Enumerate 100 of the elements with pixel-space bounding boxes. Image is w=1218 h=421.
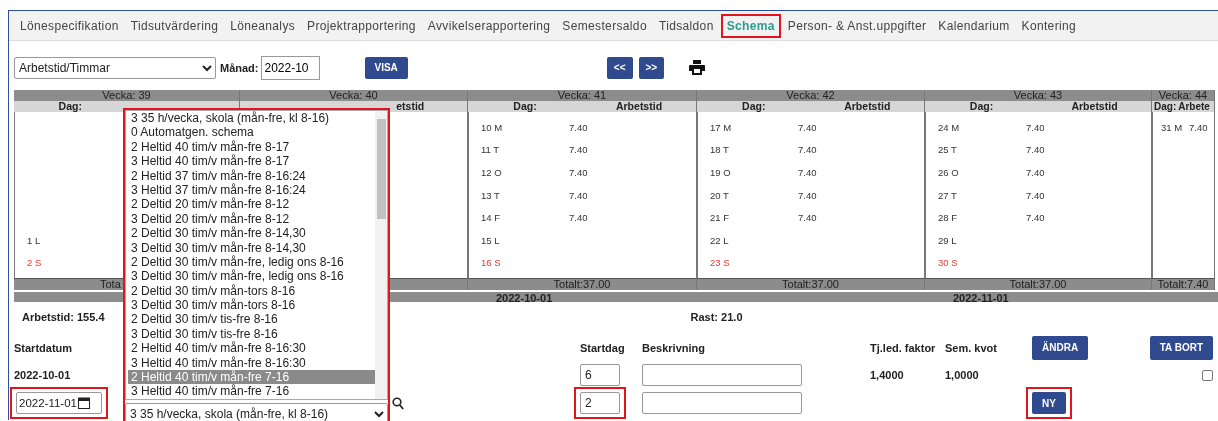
break-time-total: Rast: 21.0	[690, 311, 743, 325]
work-time-total: Arbetstid: 155.4	[22, 311, 105, 325]
show-button[interactable]: VISA	[364, 56, 408, 79]
dropdown-option[interactable]: 3 Heltid 40 tim/v mån-fre 7-16	[128, 384, 375, 399]
hours-value: 7.40	[798, 189, 817, 201]
column-header: Arbetstid	[615, 100, 663, 112]
column-header: Arbetstid	[1071, 100, 1118, 112]
day-label: 16 S	[481, 257, 501, 269]
nav-tab[interactable]: Avvikelserapportering	[422, 13, 556, 38]
column-header: Dag:	[1154, 101, 1177, 112]
column-header: Sem. kvot	[945, 341, 998, 354]
month-label: Månad:	[220, 61, 259, 74]
week-total: Totalt:37.00	[925, 278, 1151, 290]
dropdown-option[interactable]: 3 Deltid 20 tim/v mån-fre 8-12	[128, 211, 375, 227]
column-header: Dag:	[58, 100, 82, 112]
day-label: 28 F	[938, 212, 957, 224]
month-start-date: 2022-11-01	[953, 292, 1009, 304]
dropdown-option[interactable]: 3 Heltid 37 tim/v mån-fre 8-16:24	[128, 182, 375, 198]
delete-button[interactable]: TA BORT	[1149, 335, 1213, 360]
start-day-field[interactable]: 6	[580, 364, 620, 386]
day-label: 30 S	[938, 257, 958, 269]
week-total: Totalt:7.40	[1152, 278, 1214, 290]
view-select[interactable]: Arbetstid/Timmar	[14, 56, 216, 79]
week-total: Totalt:37.00	[697, 278, 924, 290]
week-title: Vecka: 39	[14, 90, 239, 101]
nav-tab[interactable]: Person- & Anst.uppgifter	[782, 13, 932, 38]
row-checkbox[interactable]	[1202, 369, 1213, 381]
dropdown-option[interactable]: 2 Heltid 37 tim/v mån-fre 8-16:24	[128, 168, 375, 183]
nav-tab[interactable]: Semestersaldo	[557, 13, 652, 38]
previous-button[interactable]: <<	[606, 56, 633, 79]
hours-value: 7.40	[1026, 121, 1045, 133]
dropdown-option[interactable]: 2 Deltid 30 tim/v tis-fre 8-16	[128, 312, 375, 327]
day-label: 29 L	[938, 234, 957, 246]
day-label: 17 M	[710, 121, 732, 133]
nav-tab[interactable]: Tidsutvärdering	[125, 13, 224, 38]
dropdown-option[interactable]: 3 Deltid 30 tim/v tis-fre 8-16	[128, 326, 375, 342]
nav-tab[interactable]: Tidsaldon	[653, 13, 719, 38]
day-label: 22 L	[710, 234, 729, 246]
next-button[interactable]: >>	[638, 56, 665, 79]
date-field[interactable]: 2022-11-01	[16, 392, 102, 414]
start-date: 2022-10-01	[14, 369, 72, 381]
dropdown-option[interactable]: 3 Heltid 40 tim/v mån-fre 8-16:30	[128, 355, 375, 371]
day-label: 10 M	[481, 121, 503, 133]
hours-value: 7.40	[1189, 121, 1208, 133]
column-header: Tj.led. faktor	[870, 341, 937, 354]
hours-value: 7.40	[798, 144, 817, 156]
week-title: Vecka: 44	[1152, 90, 1214, 101]
day-label: 23 S	[710, 257, 730, 269]
hours-value: 7.40	[569, 144, 588, 156]
hours-value: 7.40	[798, 167, 817, 178]
day-label: 20 T	[710, 189, 729, 201]
printer-icon[interactable]	[689, 60, 706, 75]
day-label: 24 M	[938, 121, 960, 133]
dropdown-option[interactable]: 0 Automatgen. schema	[128, 125, 375, 140]
description-field[interactable]	[642, 364, 802, 386]
dropdown-option[interactable]: 3 Deltid 30 tim/v mån-fre 8-14,30	[128, 240, 375, 255]
search-icon[interactable]	[392, 396, 404, 410]
nav-tab[interactable]: Projektrapportering	[302, 13, 421, 38]
column-header: Dag:	[742, 100, 766, 112]
hours-value: 7.40	[798, 212, 817, 224]
day-label: 11 T	[481, 144, 500, 156]
dropdown-option[interactable]: 2 Deltid 30 tim/v mån-fre, ledig ons 8-16	[128, 254, 375, 270]
description-field[interactable]	[642, 392, 802, 414]
day-label: 2 S	[27, 257, 42, 269]
schema-select[interactable]: 3 35 h/vecka, skola (mån-fre, kl 8-16)	[125, 403, 388, 421]
scrollbar[interactable]	[375, 111, 387, 399]
day-label: 27 T	[938, 189, 957, 201]
week-title: Vecka: 43	[925, 90, 1151, 101]
column-header: etstid	[396, 100, 425, 112]
nav-tab[interactable]: Lönespecifikation	[15, 13, 124, 38]
dropdown-option[interactable]: 2 Deltid 20 tim/v mån-fre 8-12	[128, 197, 375, 212]
hours-value: 7.40	[569, 212, 588, 224]
dropdown-option[interactable]: 2 Deltid 30 tim/v mån-fre 8-14,30	[128, 226, 375, 241]
start-day-field[interactable]: 2	[580, 392, 620, 414]
dropdown-option[interactable]: 2 Heltid 40 tim/v mån-fre 8-16:30	[128, 341, 375, 356]
week-title: Vecka: 40	[240, 90, 467, 101]
hours-value: 7.40	[1026, 144, 1045, 156]
calendar-icon[interactable]	[78, 397, 90, 409]
nav-tab[interactable]: Kontering	[1016, 13, 1082, 38]
month-start-date: 2022-10-01	[496, 292, 553, 304]
day-label: 13 T	[481, 189, 500, 201]
month-field[interactable]: 2022-10	[260, 55, 320, 80]
hours-value: 7.40	[569, 121, 588, 133]
day-label: 15 L	[481, 234, 500, 246]
nav-tab[interactable]: Löneanalys	[225, 13, 301, 38]
day-label: 18 T	[710, 144, 729, 156]
day-label: 26 O	[938, 167, 959, 178]
edit-button[interactable]: ÄNDRA	[1032, 335, 1089, 360]
quota-value: 1,0000	[945, 369, 980, 381]
column-header: Dag:	[513, 100, 537, 112]
nav-tab[interactable]: Kalendarium	[933, 13, 1015, 38]
column-header: Startdag	[580, 341, 626, 354]
hours-value: 7.40	[1026, 167, 1045, 178]
dropdown-option[interactable]: 3 Deltid 30 tim/v mån-tors 8-16	[128, 298, 375, 313]
dropdown-option[interactable]: 3 Heltid 40 tim/v mån-fre 8-17	[128, 154, 375, 169]
factor-value: 1,4000	[870, 369, 905, 381]
dropdown-option[interactable]: 2 Heltid 40 tim/v mån-fre 8-17	[128, 139, 375, 155]
dropdown-option[interactable]: 3 35 h/vecka, skola (mån-fre, kl 8-16)	[128, 111, 375, 126]
hours-value: 7.40	[798, 121, 817, 133]
new-button[interactable]: NY	[1032, 392, 1066, 414]
